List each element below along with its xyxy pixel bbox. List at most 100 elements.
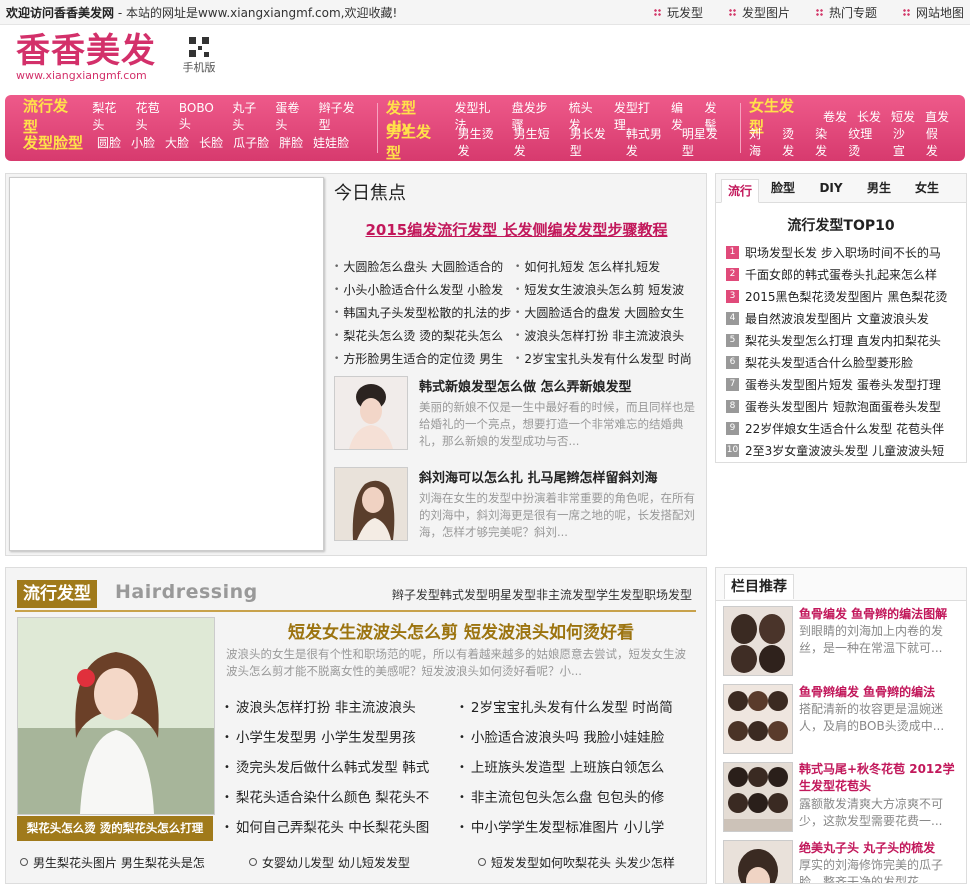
mobile-label[interactable]: 手机版 (180, 59, 218, 75)
list-item[interactable]: 梨花头适合染什么颜色 梨花头不 (224, 788, 459, 808)
top10-item-label[interactable]: 梨花头发型适合什么脸型菱形脸 (745, 354, 913, 371)
top10-item[interactable]: 9 22岁伴娘女生适合什么发型 花苞头伴 (726, 417, 958, 439)
focus-slideshow-image[interactable] (9, 177, 324, 551)
top10-item[interactable]: 7 蛋卷头发型图片短发 蛋卷头发型打理 (726, 373, 958, 395)
nav-item[interactable]: 辫子发型 (319, 99, 363, 133)
nav-item[interactable]: 花苞头 (136, 99, 169, 133)
list-item[interactable]: 烫完头发后做什么韩式发型 韩式 (224, 758, 459, 778)
list-item[interactable]: 中小学学生发型标准图片 小儿学 (459, 818, 694, 838)
focus-headline[interactable]: 2015编发流行发型 长发侧编发发型步骤教程 (334, 219, 699, 240)
recommend-item-title[interactable]: 鱼骨编发 鱼骨辫的编法图解 (799, 605, 947, 622)
list-item[interactable]: 如何自己弄梨花头 中长梨花头图 (224, 818, 459, 838)
top10-item[interactable]: 1 职场发型长发 步入职场时间不长的马 (726, 241, 958, 263)
logo-text[interactable]: 香香美发 (16, 31, 166, 71)
nav-item[interactable]: 染发 (815, 125, 838, 159)
nav-item[interactable]: 长发 (857, 108, 881, 125)
top10-item[interactable]: 3 2015黑色梨花烫发型图片 黑色梨花烫 (726, 285, 958, 307)
nav-item[interactable]: 长脸 (199, 134, 223, 151)
news-thumbnail[interactable] (334, 376, 408, 450)
nav-item[interactable]: 圆脸 (97, 134, 121, 151)
tab-trend[interactable]: 流行 (721, 179, 759, 203)
nav-item[interactable]: 沙宣 (893, 125, 916, 159)
top10-item-label[interactable]: 蛋卷头发型图片短发 蛋卷头发型打理 (745, 376, 941, 393)
top10-item[interactable]: 8 蛋卷头发型图片 短款泡面蛋卷头发型 (726, 395, 958, 417)
top-link-label[interactable]: 发型图片 (742, 4, 790, 21)
news-thumbnail[interactable] (334, 467, 408, 541)
nav-item[interactable]: 短发 (891, 108, 915, 125)
trend-tab[interactable]: 韩式发型 (440, 586, 488, 603)
list-item[interactable]: 小头小脸适合什么发型 小脸发 (334, 281, 515, 299)
nav-item[interactable]: 大脸 (165, 134, 189, 151)
top-link-label[interactable]: 玩发型 (667, 4, 703, 21)
top10-item[interactable]: 4 最自然波浪发型图片 文童波浪头发 (726, 307, 958, 329)
list-item[interactable]: 女婴幼儿发型 幼儿短发发型 (249, 854, 478, 872)
top-link-label[interactable]: 热门专题 (829, 4, 877, 21)
top10-item-label[interactable]: 职场发型长发 步入职场时间不长的马 (745, 244, 941, 261)
tab-face[interactable]: 脸型 (759, 174, 807, 202)
top-link-label[interactable]: 网站地图 (916, 4, 964, 21)
trend-tab[interactable]: 明星发型 (488, 586, 536, 603)
list-item[interactable]: 波浪头怎样打扮 非主流波浪头 (515, 327, 696, 345)
tab-women[interactable]: 女生 (903, 174, 951, 202)
nav-item[interactable]: 明星发型 (682, 125, 728, 159)
news-title[interactable]: 斜刘海可以怎么扎 扎马尾辫怎样留斜刘海 (419, 471, 658, 486)
trend-tab[interactable]: 非主流发型 (536, 586, 596, 603)
nav-item[interactable]: 小脸 (131, 134, 155, 151)
top10-item-label[interactable]: 22岁伴娘女生适合什么发型 花苞头伴 (745, 420, 944, 437)
trend-photo[interactable] (17, 617, 215, 815)
nav-item[interactable]: 男生短发 (514, 125, 560, 159)
nav-head-face[interactable]: 发型脸型 (23, 132, 83, 153)
nav-item[interactable]: 梨花头 (92, 99, 125, 133)
recommend-thumbnail[interactable] (723, 684, 793, 754)
nav-item[interactable]: 卷发 (823, 108, 847, 125)
qr-code-icon[interactable] (189, 37, 209, 57)
top10-item-label[interactable]: 最自然波浪发型图片 文童波浪头发 (745, 310, 929, 327)
nav-item[interactable]: 男生烫发 (458, 125, 504, 159)
top-link-hair-pics[interactable]: 发型图片 (728, 4, 790, 21)
nav-item[interactable]: BOBO头 (179, 101, 222, 132)
nav-item[interactable]: 烫发 (782, 125, 805, 159)
list-item[interactable]: 梨花头怎么烫 烫的梨花头怎么 (334, 327, 515, 345)
nav-item[interactable]: 男长发型 (570, 125, 616, 159)
trend-tab[interactable]: 职场发型 (644, 586, 692, 603)
list-item[interactable]: 短发女生波浪头怎么剪 短发波 (515, 281, 696, 299)
recommend-item-title[interactable]: 韩式马尾+秋冬花苞 2012学生发型花苞头 (799, 761, 963, 795)
list-item[interactable]: 波浪头怎样打扮 非主流波浪头 (224, 698, 459, 718)
top10-item[interactable]: 10 2至3岁女童波波头发型 儿童波波头短 (726, 439, 958, 461)
list-item[interactable]: 方形脸男生适合的定位烫 男生 (334, 350, 515, 368)
nav-head-men[interactable]: 男生发型 (386, 121, 444, 163)
trend-tab[interactable]: 学生发型 (596, 586, 644, 603)
top10-item-label[interactable]: 蛋卷头发型图片 短款泡面蛋卷头发型 (745, 398, 941, 415)
list-item[interactable]: 韩国丸子头发型松散的扎法的步 (334, 304, 515, 322)
recommend-item-title[interactable]: 鱼骨辫编发 鱼骨辫的编法 (799, 683, 935, 700)
list-item[interactable]: 2岁宝宝扎头发有什么发型 时尚简 (459, 698, 694, 718)
top10-item[interactable]: 2 千面女郎的韩式蛋卷头扎起来怎么样 (726, 263, 958, 285)
top10-item[interactable]: 6 梨花头发型适合什么脸型菱形脸 (726, 351, 958, 373)
mobile-version[interactable]: 手机版 (180, 37, 218, 75)
list-item[interactable]: 小学生发型男 小学生发型男孩 (224, 728, 459, 748)
nav-item[interactable]: 直发 (925, 108, 949, 125)
list-item[interactable]: 短发发型如何吹梨花头 头发少怎样 (478, 854, 706, 872)
nav-item[interactable]: 蛋卷头 (275, 99, 308, 133)
recommend-item-title[interactable]: 绝美丸子头 丸子头的梳发 (799, 839, 935, 856)
list-item[interactable]: 男生梨花头图片 男生梨花头是怎 (20, 854, 249, 872)
list-item[interactable]: 如何扎短发 怎么样扎短发 (515, 258, 696, 276)
news-title[interactable]: 韩式新娘发型怎么做 怎么弄新娘发型 (419, 380, 632, 395)
nav-item[interactable]: 瓜子脸 (233, 134, 269, 151)
top10-item-label[interactable]: 梨花头发型怎么打理 直发内扣梨花头 (745, 332, 941, 349)
nav-item[interactable]: 丸子头 (232, 99, 265, 133)
list-item[interactable]: 大圆脸适合的盘发 大圆脸女生 (515, 304, 696, 322)
site-logo[interactable]: 香香美发 www.xiangxiangmf.com (16, 31, 166, 89)
top10-item-label[interactable]: 千面女郎的韩式蛋卷头扎起来怎么样 (745, 266, 937, 283)
list-item[interactable]: 小脸适合波浪头吗 我脸小娃娃脸 (459, 728, 694, 748)
top10-item-label[interactable]: 2015黑色梨花烫发型图片 黑色梨花烫 (745, 288, 947, 305)
recommend-thumbnail[interactable] (723, 840, 793, 883)
list-item[interactable]: 非主流包包头怎么盘 包包头的修 (459, 788, 694, 808)
recommend-thumbnail[interactable] (723, 762, 793, 832)
nav-item[interactable]: 假发 (926, 125, 949, 159)
trend-tab[interactable]: 辫子发型 (392, 586, 440, 603)
list-item[interactable]: 上班族头发造型 上班族白领怎么 (459, 758, 694, 778)
trend-photo-caption[interactable]: 梨花头怎么烫 烫的梨花头怎么打理 (17, 816, 213, 841)
tab-diy[interactable]: DIY (807, 174, 855, 202)
list-item[interactable]: 大圆脸怎么盘头 大圆脸适合的 (334, 258, 515, 276)
